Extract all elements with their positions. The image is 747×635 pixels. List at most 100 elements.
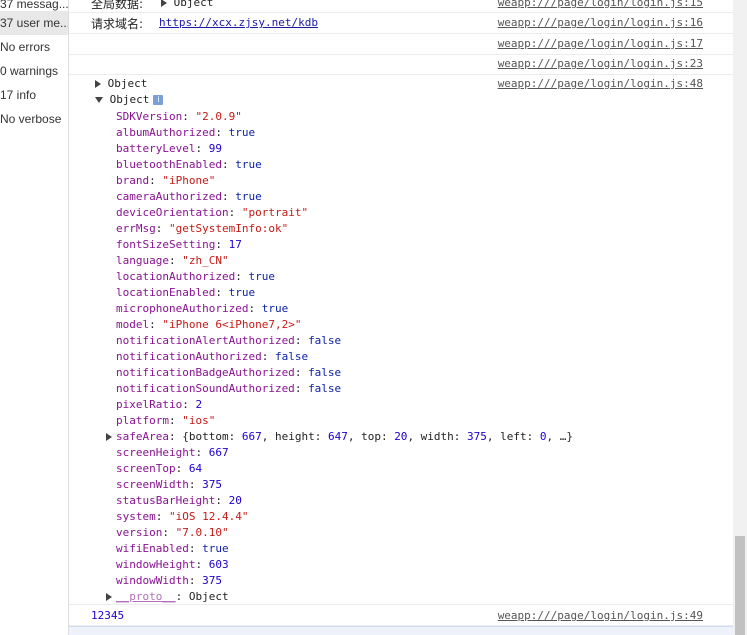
source-link[interactable]: weapp:///page/login/login.js:49 — [498, 609, 703, 622]
property-row: batteryLevel: 99 — [116, 141, 222, 157]
property-value: "ios" — [182, 414, 216, 427]
property-separator: : — [188, 478, 203, 491]
log-row: 12345 weapp:///page/login/login.js:49 — [69, 605, 733, 626]
property-separator: : — [235, 270, 249, 283]
expand-triangle-icon — [106, 593, 112, 601]
property-key: locationEnabled — [116, 286, 216, 299]
property-key: screenHeight — [116, 446, 196, 459]
property-value: "zh_CN" — [182, 254, 229, 267]
object-toggle-expanded[interactable]: Object i — [95, 93, 164, 106]
log-row: 全局数据: Object weapp:///page/login/login.j… — [69, 0, 733, 13]
property-row: SDKVersion: "2.0.9" — [116, 109, 242, 125]
vertical-scrollbar[interactable] — [733, 0, 747, 635]
property-row: version: "7.0.10" — [116, 525, 229, 541]
property-separator: : — [228, 206, 242, 219]
property-value: 99 — [208, 142, 222, 155]
property-value: "iPhone" — [162, 174, 216, 187]
property-value: 375 — [202, 574, 222, 587]
property-separator: : — [155, 510, 169, 523]
property-row: deviceOrientation: "portrait" — [116, 205, 308, 221]
property-row: brand: "iPhone" — [116, 173, 215, 189]
property-value: true — [248, 270, 275, 283]
property-value: true — [202, 542, 229, 555]
property-value: true — [228, 126, 256, 139]
sidebar-item-user-messages[interactable]: 37 user me... — [0, 11, 68, 35]
property-value: "iPhone 6<iPhone7,2>" — [162, 318, 302, 331]
property-value: 375 — [202, 478, 222, 491]
property-row: pixelRatio: 2 — [116, 397, 202, 413]
source-link[interactable]: weapp:///page/login/login.js:15 — [498, 0, 703, 9]
console-log-panel: 全局数据: Object weapp:///page/login/login.j… — [69, 0, 733, 635]
scrollbar-thumb[interactable] — [735, 536, 745, 635]
log-url-value[interactable]: https://xcx.zjsy.net/kdb — [159, 16, 318, 29]
property-key: version — [116, 526, 163, 539]
property-key: errMsg — [116, 222, 156, 235]
source-link[interactable]: weapp:///page/login/login.js:16 — [498, 16, 703, 29]
property-key: wifiEnabled — [116, 542, 189, 555]
property-key: windowHeight — [116, 558, 196, 571]
property-key: safeArea — [116, 430, 169, 443]
sidebar-item-info[interactable]: 17 info — [0, 83, 68, 107]
property-key: bluetoothEnabled — [116, 158, 222, 171]
property-value: "2.0.9" — [195, 110, 242, 123]
property-separator: : — [215, 238, 229, 251]
property-row: notificationAlertAuthorized: false — [116, 333, 341, 349]
property-row[interactable]: __proto__: Object — [106, 589, 229, 605]
log-label: 请求域名: — [91, 17, 144, 31]
property-row: system: "iOS 12.4.4" — [116, 509, 248, 525]
sidebar-item-warnings[interactable]: 0 warnings — [0, 59, 68, 83]
property-separator: : — [195, 558, 209, 571]
log-label: 全局数据: — [91, 0, 144, 11]
object-toggle[interactable]: Object — [161, 0, 213, 9]
log-row: weapp:///page/login/login.js:17 — [69, 34, 733, 55]
property-value: 17 — [228, 238, 242, 251]
property-key: notificationBadgeAuthorized — [116, 366, 295, 379]
property-separator: : — [175, 590, 189, 603]
property-row: windowHeight: 603 — [116, 557, 229, 573]
expand-triangle-icon — [106, 433, 112, 441]
property-separator: : — [195, 446, 209, 459]
property-separator: : — [215, 494, 229, 507]
property-value: "iOS 12.4.4" — [169, 510, 249, 523]
source-link[interactable]: weapp:///page/login/login.js:48 — [498, 77, 703, 90]
property-row: screenWidth: 375 — [116, 477, 222, 493]
property-key: windowWidth — [116, 574, 189, 587]
object-toggle[interactable]: Object — [95, 77, 147, 90]
log-row-expanded-object: Object weapp:///page/login/login.js:48 O… — [69, 75, 733, 605]
property-separator: : — [221, 158, 236, 171]
property-key: deviceOrientation — [116, 206, 229, 219]
expand-triangle-icon — [95, 80, 101, 88]
property-key: albumAuthorized — [116, 126, 216, 139]
source-link[interactable]: weapp:///page/login/login.js:23 — [498, 57, 703, 70]
property-row: fontSizeSetting: 17 — [116, 237, 242, 253]
property-separator: : — [215, 126, 229, 139]
source-link[interactable]: weapp:///page/login/login.js:17 — [498, 37, 703, 50]
property-row: language: "zh_CN" — [116, 253, 229, 269]
property-row[interactable]: safeArea: {bottom: 667, height: 647, top… — [106, 429, 573, 445]
sidebar-item-verbose[interactable]: No verbose — [0, 107, 68, 131]
property-value: true — [235, 158, 262, 171]
property-separator: : — [182, 398, 196, 411]
property-separator: : — [195, 142, 209, 155]
property-row: platform: "ios" — [116, 413, 215, 429]
property-value: "portrait" — [241, 206, 309, 219]
property-separator: : — [294, 366, 309, 379]
property-key: language — [116, 254, 169, 267]
property-separator: : — [162, 526, 176, 539]
property-key: platform — [116, 414, 169, 427]
log-number-value: 12345 — [91, 609, 125, 622]
sidebar-item-label: 37 user me... — [0, 16, 68, 30]
property-separator: : — [248, 302, 262, 315]
property-separator: : — [261, 350, 275, 363]
sidebar-item-errors[interactable]: No errors — [0, 35, 68, 59]
property-separator: : — [175, 462, 189, 475]
property-separator: : — [168, 430, 183, 443]
property-key: model — [116, 318, 150, 331]
info-icon[interactable]: i — [153, 95, 164, 105]
property-value: false — [274, 350, 309, 363]
property-row: albumAuthorized: true — [116, 125, 255, 141]
property-separator: : — [149, 174, 163, 187]
property-row: statusBarHeight: 20 — [116, 493, 242, 509]
property-value: true — [261, 302, 289, 315]
property-value: 64 — [188, 462, 203, 475]
